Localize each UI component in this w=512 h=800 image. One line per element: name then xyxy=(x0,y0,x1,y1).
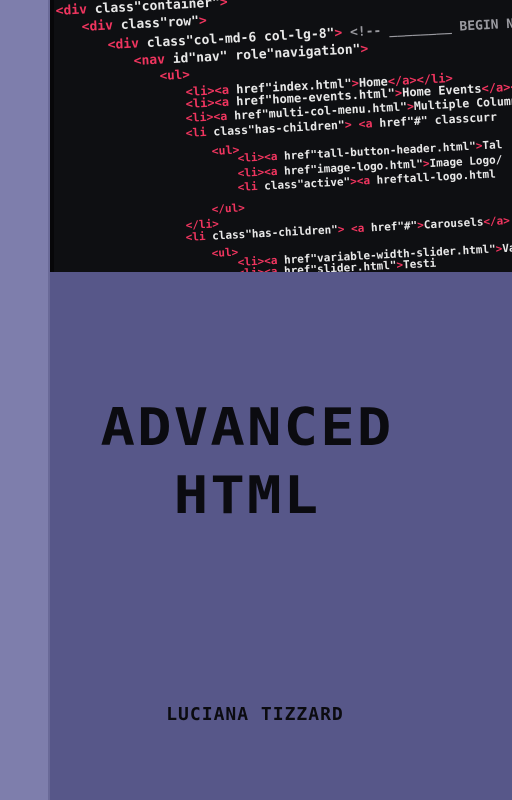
code-listing: <div class"container"><div class"row"><d… xyxy=(50,0,512,272)
code-line: <ul> xyxy=(159,66,190,83)
code-line: </ul> xyxy=(211,201,245,216)
code-line: <ul> xyxy=(211,246,239,260)
code-photo-edge xyxy=(50,0,54,272)
code-line: <ul> xyxy=(211,143,239,158)
book-author: LUCIANA TIZZARD xyxy=(166,704,344,725)
book-title-line-2: HTML xyxy=(173,466,321,526)
book-title-line-1: ADVANCED xyxy=(100,398,394,458)
book-spine xyxy=(0,0,50,800)
code-photo: <div class"container"> <div class"row"> <d… xyxy=(50,0,512,272)
